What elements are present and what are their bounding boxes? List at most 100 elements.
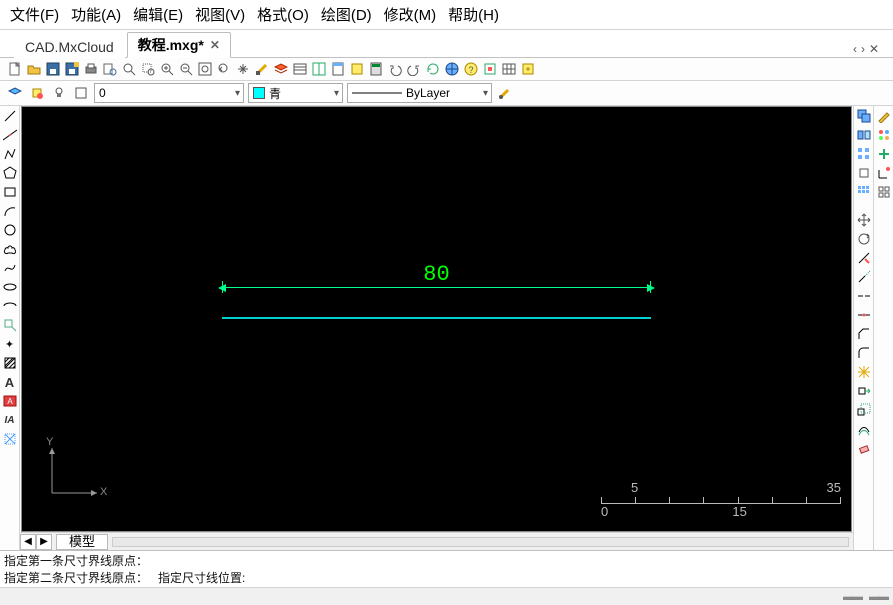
tool-palettes-icon[interactable]: [329, 60, 347, 78]
ellipse-tool-icon[interactable]: [2, 279, 18, 295]
text-tool-icon[interactable]: A: [2, 374, 18, 390]
circle-tool-icon[interactable]: [2, 222, 18, 238]
menu-function[interactable]: 功能(A): [71, 4, 121, 25]
polyline-tool-icon[interactable]: [2, 146, 18, 162]
document-tab-2[interactable]: 教程.mxg* ✕: [127, 32, 231, 58]
rotate-icon[interactable]: [856, 231, 872, 247]
move-icon[interactable]: [856, 212, 872, 228]
menu-file[interactable]: 文件(F): [10, 4, 59, 25]
line-tool-icon[interactable]: [2, 108, 18, 124]
pencil-icon[interactable]: [876, 108, 892, 124]
tools-icon[interactable]: [481, 60, 499, 78]
layer-filter-icon[interactable]: [6, 84, 24, 102]
horizontal-scrollbar[interactable]: [112, 537, 849, 547]
insert-block-icon[interactable]: [2, 317, 18, 333]
properties-palette-icon[interactable]: [876, 127, 892, 143]
ellipse-arc-icon[interactable]: [2, 298, 18, 314]
new-file-icon[interactable]: [6, 60, 24, 78]
tab-close-all-button[interactable]: ✕: [869, 42, 879, 56]
menu-bar: 文件(F) 功能(A) 编辑(E) 视图(V) 格式(O) 绘图(D) 修改(M…: [0, 0, 893, 30]
refresh-icon[interactable]: [424, 60, 442, 78]
fillet-icon[interactable]: [856, 345, 872, 361]
array-icon[interactable]: [856, 184, 872, 200]
close-icon[interactable]: ✕: [210, 38, 220, 52]
hatch-tool-icon[interactable]: [2, 355, 18, 371]
point-tool-icon[interactable]: ✦: [2, 336, 18, 352]
help-icon[interactable]: ?: [462, 60, 480, 78]
layout-prev-button[interactable]: ◀: [20, 534, 36, 550]
add-block-icon[interactable]: [876, 146, 892, 162]
save-icon[interactable]: [44, 60, 62, 78]
external-ref-icon[interactable]: [519, 60, 537, 78]
zoom-previous-icon[interactable]: [215, 60, 233, 78]
globe-icon[interactable]: [443, 60, 461, 78]
drawn-line-object[interactable]: [222, 317, 651, 319]
rectangle-tool-icon[interactable]: [2, 184, 18, 200]
arc-tool-icon[interactable]: [2, 203, 18, 219]
layout-next-button[interactable]: ▶: [36, 534, 52, 550]
brush-icon[interactable]: [496, 84, 514, 102]
construction-line-icon[interactable]: [2, 127, 18, 143]
break-icon[interactable]: [856, 288, 872, 304]
layer-color-icon[interactable]: [72, 84, 90, 102]
properties-icon[interactable]: [291, 60, 309, 78]
chamfer-icon[interactable]: [856, 326, 872, 342]
menu-draw[interactable]: 绘图(D): [321, 4, 372, 25]
stretch-icon[interactable]: [856, 383, 872, 399]
region-tool-icon[interactable]: [2, 431, 18, 447]
copy-block-icon[interactable]: [856, 108, 872, 124]
layers-icon[interactable]: [272, 60, 290, 78]
pan-icon[interactable]: [234, 60, 252, 78]
menu-view[interactable]: 视图(V): [195, 4, 245, 25]
zoom-in-icon[interactable]: [158, 60, 176, 78]
mtext-tool-icon[interactable]: A: [2, 393, 18, 409]
wipeout-icon[interactable]: [856, 165, 872, 181]
command-line-area[interactable]: 指定第一条尺寸界线原点： 指定第二条尺寸界线原点： 指定尺寸线位置:: [0, 550, 893, 587]
redo-icon[interactable]: [405, 60, 423, 78]
trim-icon[interactable]: [856, 250, 872, 266]
document-tab-1[interactable]: CAD.MxCloud: [14, 36, 125, 58]
zoom-realtime-icon[interactable]: [120, 60, 138, 78]
menu-modify[interactable]: 修改(M): [384, 4, 437, 25]
lightbulb-off-icon[interactable]: [50, 84, 68, 102]
revision-cloud-icon[interactable]: [2, 241, 18, 257]
print-icon[interactable]: [82, 60, 100, 78]
explode-icon[interactable]: [856, 364, 872, 380]
model-tab[interactable]: 模型: [56, 534, 108, 550]
layer-state-icon[interactable]: [28, 84, 46, 102]
join-icon[interactable]: [856, 307, 872, 323]
layout-tab-bar: ◀ ▶ 模型: [20, 532, 853, 550]
zoom-extents-icon[interactable]: [196, 60, 214, 78]
calculator-icon[interactable]: [367, 60, 385, 78]
tab-next-button[interactable]: ›: [861, 42, 865, 56]
zoom-window-icon[interactable]: [139, 60, 157, 78]
array-grid-icon[interactable]: [856, 146, 872, 162]
block-editor-icon[interactable]: [348, 60, 366, 78]
spline-tool-icon[interactable]: [2, 260, 18, 276]
match-properties-icon[interactable]: [253, 60, 271, 78]
offset-icon[interactable]: [856, 421, 872, 437]
zoom-out-icon[interactable]: [177, 60, 195, 78]
ucs-options-icon[interactable]: [876, 165, 892, 181]
tab-prev-button[interactable]: ‹: [853, 42, 857, 56]
undo-icon[interactable]: [386, 60, 404, 78]
table-icon[interactable]: [500, 60, 518, 78]
menu-format[interactable]: 格式(O): [257, 4, 309, 25]
print-preview-icon[interactable]: [101, 60, 119, 78]
linetype-dropdown[interactable]: ByLayer: [347, 83, 492, 103]
quick-select-icon[interactable]: [876, 184, 892, 200]
color-dropdown[interactable]: 青: [248, 83, 343, 103]
extend-icon[interactable]: [856, 269, 872, 285]
open-file-icon[interactable]: [25, 60, 43, 78]
layer-dropdown[interactable]: 0: [94, 83, 244, 103]
polygon-tool-icon[interactable]: [2, 165, 18, 181]
design-center-icon[interactable]: [310, 60, 328, 78]
erase-icon[interactable]: [856, 440, 872, 456]
menu-edit[interactable]: 编辑(E): [133, 4, 183, 25]
mirror-icon[interactable]: [856, 127, 872, 143]
save-as-icon[interactable]: [63, 60, 81, 78]
drawing-canvas[interactable]: 80 Y X: [22, 107, 851, 531]
menu-help[interactable]: 帮助(H): [448, 4, 499, 25]
attribute-text-icon[interactable]: IA: [2, 412, 18, 428]
scale-icon[interactable]: [856, 402, 872, 418]
